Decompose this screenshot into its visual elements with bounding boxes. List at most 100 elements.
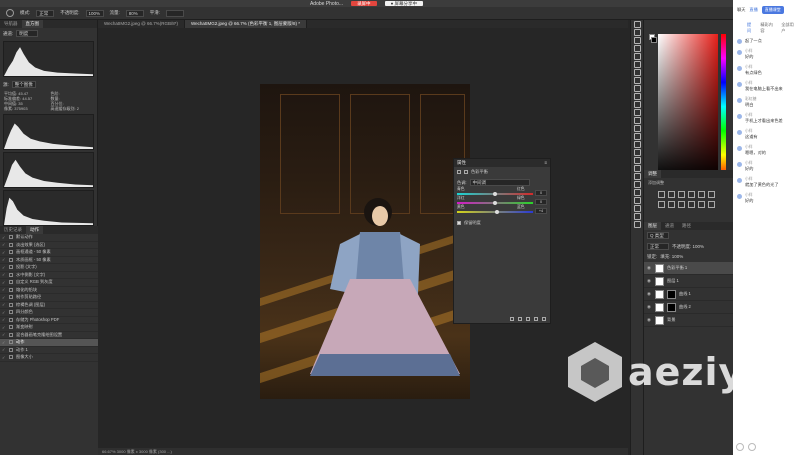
tool-icon[interactable] <box>633 45 641 52</box>
action-item[interactable]: ✓ 自定义 RGB 到灰度 <box>0 279 98 287</box>
action-item[interactable]: ✓ 动作 1 <box>0 347 98 354</box>
action-item[interactable]: ✓ 制作剪贴路径 <box>0 294 98 302</box>
live-tab[interactable]: 直播 <box>749 7 757 13</box>
channel-select[interactable]: 明度 <box>16 30 39 37</box>
action-item[interactable]: ✓ 默认动作 <box>0 234 98 242</box>
check-icon[interactable]: ✓ <box>2 332 7 337</box>
color-balance-slider[interactable]: 黄色 蓝色 +4 <box>457 205 547 215</box>
tool-icon[interactable] <box>633 181 641 188</box>
tool-icon[interactable] <box>633 77 641 84</box>
color-balance-slider[interactable]: 洋红 绿色 0 <box>457 196 547 206</box>
layer-thumbnail[interactable] <box>655 302 664 312</box>
action-item[interactable]: ✓ 木质画框 - 50 像素 <box>0 257 98 264</box>
toggle-dialog-icon[interactable] <box>9 317 13 322</box>
adjustment-preset-icon[interactable] <box>678 201 685 208</box>
layer-kind-filter[interactable]: Q 类型 <box>647 232 669 239</box>
check-icon[interactable]: ✓ <box>2 287 7 292</box>
tool-icon[interactable] <box>633 125 641 132</box>
tab-histogram[interactable]: 直方图 <box>21 20 43 28</box>
layer-mask-thumbnail[interactable] <box>667 289 676 299</box>
tone-select[interactable]: 中间调 <box>469 179 530 186</box>
toggle-dialog-icon[interactable] <box>9 287 13 292</box>
view-previous-icon[interactable] <box>518 317 522 321</box>
flow-input[interactable]: 80% <box>125 9 144 17</box>
toggle-dialog-icon[interactable] <box>9 235 13 240</box>
toggle-dialog-icon[interactable] <box>9 355 13 360</box>
action-item[interactable]: ✓ 画框通道 - 50 像素 <box>0 249 98 257</box>
eye-icon[interactable]: ◉ <box>647 304 652 310</box>
action-item[interactable]: ✓ 淡出效果 (选区) <box>0 242 98 249</box>
tool-icon[interactable] <box>633 213 641 220</box>
tool-icon[interactable] <box>633 117 641 124</box>
layer-thumbnail[interactable] <box>655 263 664 273</box>
document-photo[interactable] <box>260 84 470 399</box>
brush-preset-icon[interactable] <box>6 9 14 17</box>
tool-icon[interactable] <box>633 221 641 228</box>
clip-icon[interactable] <box>510 317 514 321</box>
layer-name[interactable]: 曲线 2 <box>679 304 691 310</box>
action-item[interactable]: ✓ 投影 (文字) <box>0 264 98 272</box>
trash-icon[interactable] <box>542 317 546 321</box>
tool-icon[interactable] <box>633 37 641 44</box>
action-item[interactable]: ✓ 水中倒影 (文字) <box>0 272 98 279</box>
tool-icon[interactable] <box>633 93 641 100</box>
layer-name[interactable]: 背景 <box>667 317 675 323</box>
toggle-dialog-icon[interactable] <box>9 257 13 262</box>
doc-tab-1[interactable]: WechatIMG2.jpeg @ 66.7%(RGB/8*) <box>98 20 186 28</box>
chat-tab[interactable]: 聊天 <box>737 7 745 13</box>
check-icon[interactable]: ✓ <box>2 317 7 322</box>
adjustment-preset-icon[interactable] <box>658 201 665 208</box>
tab-layers[interactable]: 图层 <box>644 222 661 230</box>
slider-thumb[interactable] <box>494 210 499 214</box>
toggle-dialog-icon[interactable] <box>9 340 13 345</box>
tool-icon[interactable] <box>633 133 641 140</box>
color-picker-field[interactable] <box>658 34 718 179</box>
action-item[interactable]: ✓ 四分颜色 <box>0 309 98 317</box>
tool-icon[interactable] <box>633 157 641 164</box>
eye-icon[interactable]: ◉ <box>647 291 652 297</box>
tool-icon[interactable] <box>633 189 641 196</box>
layer-row[interactable]: ◉ 曲线 1 <box>644 288 734 301</box>
adjustment-preset-icon[interactable] <box>678 191 685 198</box>
toggle-dialog-icon[interactable] <box>9 272 13 277</box>
color-balance-slider[interactable]: 青色 红色 0 <box>457 187 547 197</box>
reset-icon[interactable] <box>526 317 530 321</box>
check-icon[interactable]: ✓ <box>2 302 7 307</box>
slider-value[interactable]: +4 <box>535 208 547 214</box>
tool-icon[interactable] <box>633 21 641 28</box>
layer-row[interactable]: ◉ 背景 <box>644 314 734 327</box>
toggle-dialog-icon[interactable] <box>9 295 13 300</box>
action-item[interactable]: ✓ 渐变映射 <box>0 324 98 332</box>
doc-tab-2[interactable]: WechatIMG2.jpeg @ 66.7% (色彩平衡 1, 图层蒙版/8)… <box>185 20 308 28</box>
toggle-dialog-icon[interactable] <box>9 332 13 337</box>
check-icon[interactable]: ✓ <box>2 272 7 277</box>
layer-name[interactable]: 色彩平衡 1 <box>667 265 687 271</box>
tool-icon[interactable] <box>633 61 641 68</box>
opacity-input[interactable]: 100% <box>85 9 104 17</box>
mask-icon[interactable] <box>464 170 468 174</box>
tool-icon[interactable] <box>633 197 641 204</box>
layer-row[interactable]: ◉ 图层 1 <box>644 275 734 288</box>
tab-history[interactable]: 历史记录 <box>0 226 26 234</box>
tool-icon[interactable] <box>633 165 641 172</box>
action-item[interactable]: ✓ 熔化的铅块 <box>0 287 98 294</box>
toggle-dialog-icon[interactable] <box>9 347 13 352</box>
blend-mode-select[interactable]: 正常 <box>647 243 669 250</box>
layer-row[interactable]: ◉ 色彩平衡 1 <box>644 262 734 275</box>
tool-icon[interactable] <box>633 205 641 212</box>
layer-name[interactable]: 图层 1 <box>667 278 679 284</box>
action-item[interactable]: ✓ 存储为 Photoshop PDF <box>0 317 98 324</box>
adjustment-preset-icon[interactable] <box>668 201 675 208</box>
check-icon[interactable]: ✓ <box>2 310 7 315</box>
adjustment-preset-icon[interactable] <box>708 201 715 208</box>
tool-icon[interactable] <box>633 109 641 116</box>
action-item[interactable]: ✓ 动作 <box>0 339 98 347</box>
tab-actions[interactable]: 动作 <box>26 226 43 234</box>
tab-paths[interactable]: 路径 <box>678 222 695 230</box>
layer-opacity[interactable]: 不透明度: 100% <box>672 244 704 250</box>
source-select[interactable]: 整个图像 <box>11 81 36 88</box>
eye-icon[interactable]: ◉ <box>647 278 652 284</box>
tool-icon[interactable] <box>633 173 641 180</box>
hue-slider[interactable] <box>721 34 726 179</box>
slider-value[interactable]: 0 <box>535 199 547 205</box>
